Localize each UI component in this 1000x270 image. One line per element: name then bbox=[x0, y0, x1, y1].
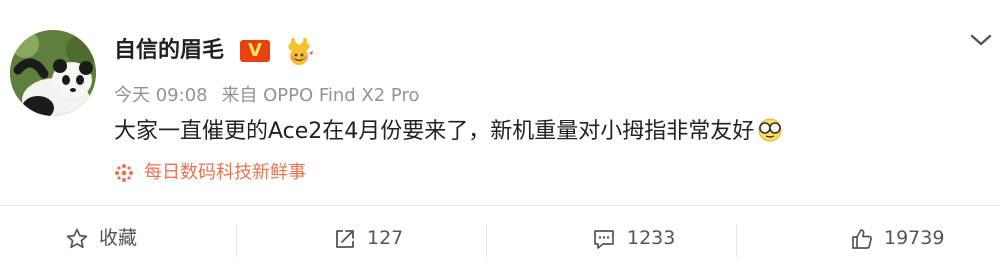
repost-button[interactable]: 127 bbox=[250, 206, 500, 270]
post-source: 来自 OPPO Find X2 Pro bbox=[221, 85, 420, 106]
action-separator bbox=[486, 224, 487, 258]
chevron-down-icon[interactable] bbox=[966, 30, 996, 50]
action-separator bbox=[736, 224, 737, 258]
action-separator bbox=[236, 224, 237, 258]
post-body-text: 大家一直催更的Ace2在4月份要来了，新机重量对小拇指非常友好 bbox=[114, 119, 755, 144]
author-name[interactable]: 自信的眉毛 bbox=[114, 36, 224, 66]
post-meta: 今天 09:08 来自 OPPO Find X2 Pro bbox=[114, 84, 428, 108]
comment-icon bbox=[592, 227, 616, 251]
avatar[interactable] bbox=[10, 30, 96, 116]
weibo-post-card: 自信的眉毛 V 今天 09:08 来自 OPPO Find X2 Pro 大家一… bbox=[0, 0, 1000, 270]
favorite-button[interactable]: 收藏 bbox=[0, 206, 250, 270]
like-button[interactable]: 19739 bbox=[750, 206, 1000, 270]
post-time[interactable]: 今天 09:08 bbox=[114, 85, 208, 106]
comment-count: 1233 bbox=[627, 227, 676, 249]
repost-count: 127 bbox=[367, 227, 404, 249]
sparkle-icon bbox=[114, 163, 134, 183]
glasses-smile-emoji-icon bbox=[756, 118, 784, 152]
verified-badge: V bbox=[240, 40, 270, 62]
favorite-label: 收藏 bbox=[99, 227, 138, 249]
comment-button[interactable]: 1233 bbox=[500, 206, 750, 270]
action-bar: 收藏 127 1233 19739 bbox=[0, 206, 1000, 270]
thumbs-up-icon bbox=[850, 227, 874, 251]
crown-member-icon bbox=[282, 36, 316, 66]
panda-avatar-icon bbox=[10, 30, 96, 116]
topic-label[interactable]: 每日数码科技新鲜事 bbox=[144, 160, 306, 186]
share-icon bbox=[333, 227, 357, 251]
like-count: 19739 bbox=[884, 227, 945, 249]
star-icon bbox=[65, 227, 89, 251]
post-content: 大家一直催更的Ace2在4月份要来了，新机重量对小拇指非常友好 bbox=[114, 116, 784, 152]
